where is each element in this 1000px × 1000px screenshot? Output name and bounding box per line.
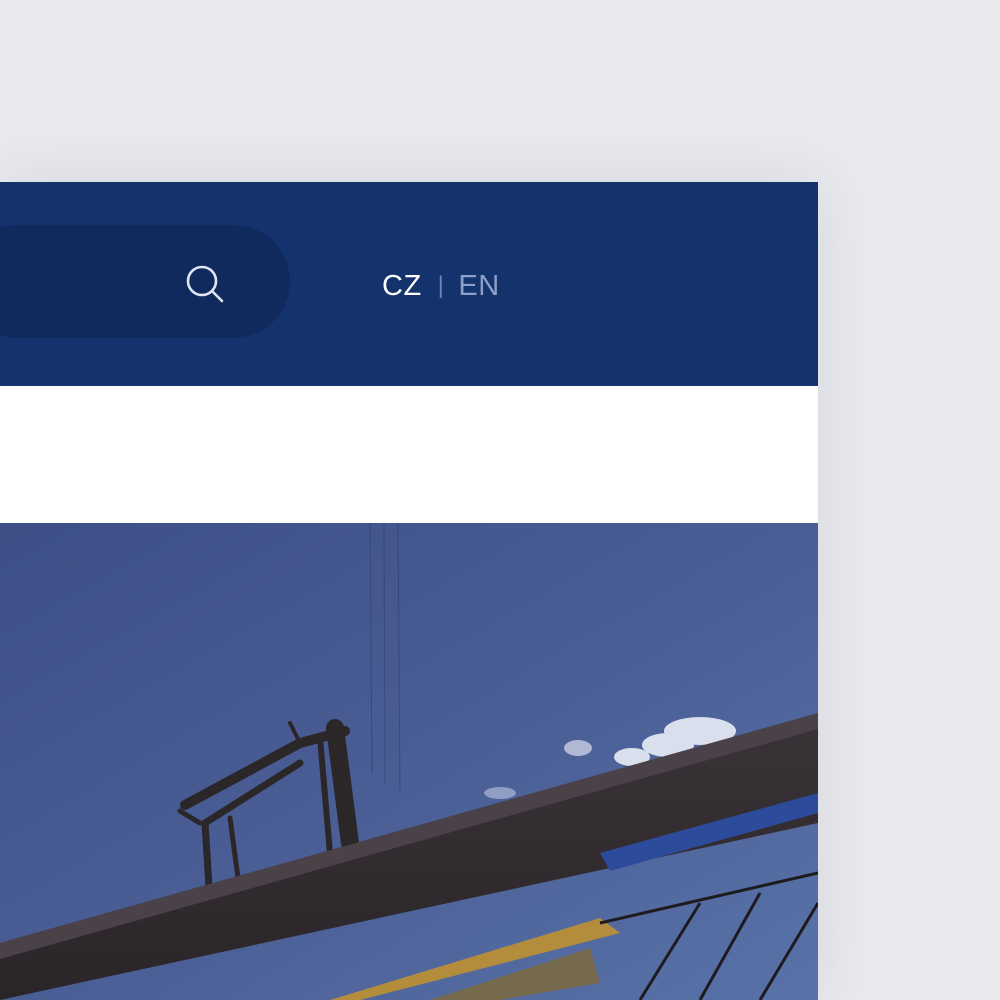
language-cz[interactable]: CZ xyxy=(382,270,422,303)
navigation-bar xyxy=(0,386,818,523)
language-separator: | xyxy=(437,272,445,299)
search-icon[interactable] xyxy=(183,262,227,306)
hero-image xyxy=(0,523,818,1000)
site-header: CZ | EN xyxy=(0,182,818,386)
language-switcher: CZ | EN xyxy=(382,266,500,306)
search-bar[interactable] xyxy=(0,225,290,338)
browser-window: CZ | EN xyxy=(0,182,818,1000)
language-en[interactable]: EN xyxy=(458,270,499,303)
